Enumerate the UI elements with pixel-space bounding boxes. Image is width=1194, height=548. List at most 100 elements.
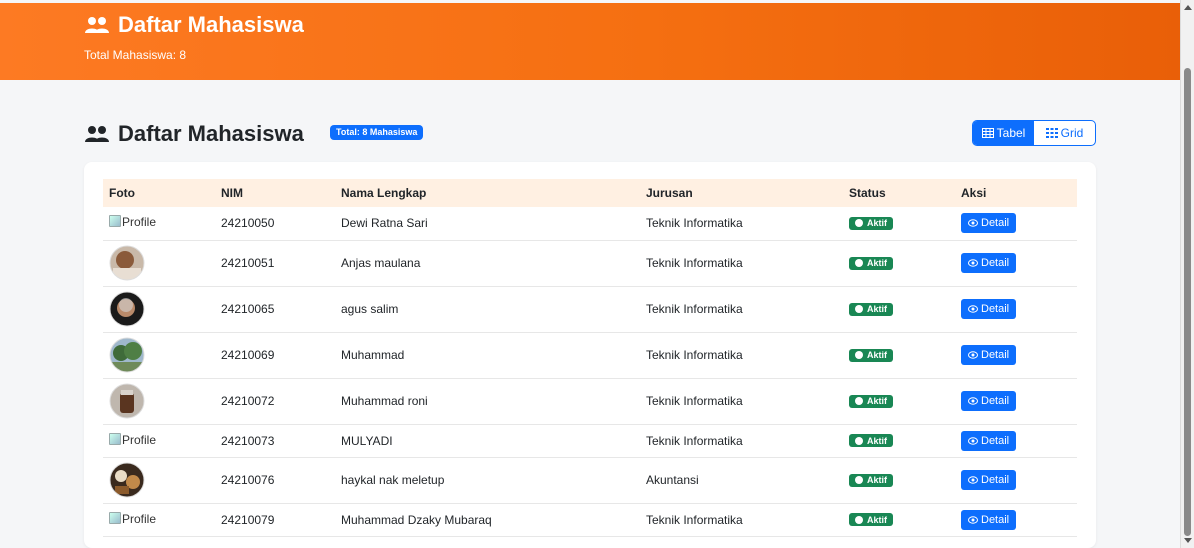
detail-button[interactable]: Detail bbox=[961, 213, 1017, 234]
nama-cell: agus salim bbox=[335, 286, 640, 333]
nim-cell: 24210076 bbox=[215, 457, 335, 504]
aksi-cell: Detail bbox=[955, 207, 1077, 241]
header-nama: Nama Lengkap bbox=[341, 186, 427, 200]
aksi-cell: Detail bbox=[955, 457, 1077, 504]
image-alt-text: Profile bbox=[122, 215, 157, 230]
nim-cell: 24210050 bbox=[215, 207, 335, 241]
toggle-on-icon bbox=[855, 436, 863, 445]
status-cell: Aktif bbox=[843, 424, 955, 458]
aksi-cell: Detail bbox=[955, 240, 1077, 287]
profile-photo bbox=[109, 383, 145, 419]
student-table: Foto NIM Nama Lengkap Jurusan Status Aks… bbox=[103, 179, 1077, 537]
aksi-cell: Detail bbox=[955, 503, 1077, 537]
broken-profile-image: Profile bbox=[109, 215, 156, 229]
profile-photo bbox=[109, 245, 145, 281]
status-text: Aktif bbox=[867, 396, 887, 406]
header-nim: NIM bbox=[221, 186, 243, 200]
status-badge: Aktif bbox=[849, 216, 893, 230]
grid-view-label: Grid bbox=[1060, 126, 1084, 140]
table-row: 24210072 Muhammad roni Teknik Informatik… bbox=[103, 378, 1077, 425]
table-row: Profile 24210050 Dewi Ratna Sari Teknik … bbox=[103, 207, 1077, 241]
status-cell: Aktif bbox=[843, 240, 955, 287]
jurusan-cell: Teknik Informatika bbox=[640, 207, 843, 241]
status-text: Aktif bbox=[867, 258, 887, 268]
status-badge: Aktif bbox=[849, 302, 893, 316]
jurusan-cell: Teknik Informatika bbox=[640, 424, 843, 458]
table-row: Profile 24210073 MULYADI Teknik Informat… bbox=[103, 424, 1077, 458]
vertical-scrollbar[interactable] bbox=[1180, 0, 1194, 548]
detail-label: Detail bbox=[981, 303, 1010, 315]
detail-button[interactable]: Detail bbox=[961, 391, 1017, 411]
aksi-cell: Detail bbox=[955, 332, 1077, 379]
toggle-on-icon bbox=[855, 515, 863, 524]
status-badge: Aktif bbox=[849, 348, 893, 362]
status-badge: Aktif bbox=[849, 434, 893, 447]
scroll-up-arrow-icon[interactable] bbox=[1184, 5, 1192, 10]
table-view-label: Tabel bbox=[996, 126, 1026, 140]
page-title-text: Daftar Mahasiswa bbox=[118, 121, 304, 146]
jurusan-cell: Akuntansi bbox=[640, 457, 843, 504]
broken-profile-image: Profile bbox=[109, 432, 157, 447]
toggle-on-icon bbox=[855, 259, 863, 267]
toggle-on-icon bbox=[855, 351, 863, 359]
grid-view-button[interactable]: Grid bbox=[1034, 121, 1095, 145]
eye-icon bbox=[968, 259, 978, 267]
eye-icon bbox=[968, 515, 978, 524]
status-badge: Aktif bbox=[849, 256, 893, 270]
eye-icon bbox=[968, 351, 978, 359]
page-title: Daftar Mahasiswa bbox=[84, 121, 304, 147]
detail-label: Detail bbox=[981, 513, 1010, 526]
jurusan-cell: Teknik Informatika bbox=[640, 286, 843, 333]
profile-photo bbox=[109, 462, 145, 498]
header-title: Daftar Mahasiswa bbox=[84, 12, 304, 38]
detail-button[interactable]: Detail bbox=[961, 509, 1017, 530]
foto-cell bbox=[103, 332, 215, 379]
broken-image-icon bbox=[109, 215, 121, 228]
status-text: Aktif bbox=[867, 514, 887, 525]
broken-image-icon bbox=[109, 432, 121, 445]
table-row: 24210051 Anjas maulana Teknik Informatik… bbox=[103, 240, 1077, 287]
detail-button[interactable]: Detail bbox=[961, 299, 1017, 319]
scrollbar-thumb[interactable] bbox=[1184, 68, 1191, 536]
toggle-on-icon bbox=[855, 305, 863, 313]
toggle-on-icon bbox=[855, 397, 863, 405]
status-text: Aktif bbox=[867, 350, 887, 360]
detail-button[interactable]: Detail bbox=[961, 470, 1017, 490]
status-cell: Aktif bbox=[843, 503, 955, 537]
header-jurusan: Jurusan bbox=[646, 186, 693, 200]
header-status: Status bbox=[849, 186, 886, 200]
nama-cell: Muhammad Dzaky Mubaraq bbox=[335, 503, 640, 537]
foto-cell: Profile bbox=[103, 424, 215, 458]
table-row: 24210069 Muhammad Teknik Informatika Akt… bbox=[103, 332, 1077, 379]
detail-label: Detail bbox=[981, 434, 1010, 447]
nama-cell: MULYADI bbox=[335, 424, 640, 458]
status-cell: Aktif bbox=[843, 207, 955, 241]
detail-button[interactable]: Detail bbox=[961, 253, 1017, 273]
status-cell: Aktif bbox=[843, 286, 955, 333]
foto-cell bbox=[103, 457, 215, 504]
eye-icon bbox=[968, 397, 978, 405]
eye-icon bbox=[968, 476, 978, 484]
eye-icon bbox=[968, 436, 978, 445]
jurusan-cell: Teknik Informatika bbox=[640, 240, 843, 287]
broken-profile-image: Profile bbox=[109, 511, 156, 526]
scroll-down-arrow-icon[interactable] bbox=[1184, 538, 1192, 543]
toggle-on-icon bbox=[855, 219, 863, 228]
view-toggle: Tabel Grid bbox=[972, 120, 1096, 146]
detail-label: Detail bbox=[981, 395, 1010, 407]
detail-button[interactable]: Detail bbox=[961, 430, 1017, 451]
status-text: Aktif bbox=[867, 435, 887, 446]
image-alt-text: Profile bbox=[122, 432, 157, 447]
aksi-cell: Detail bbox=[955, 286, 1077, 333]
table-view-button[interactable]: Tabel bbox=[973, 121, 1034, 145]
jurusan-cell: Teknik Informatika bbox=[640, 503, 843, 537]
status-text: Aktif bbox=[867, 218, 887, 229]
nim-cell: 24210051 bbox=[215, 240, 335, 287]
status-badge: Aktif bbox=[849, 473, 893, 487]
detail-button[interactable]: Detail bbox=[961, 345, 1017, 365]
status-text: Aktif bbox=[867, 304, 887, 314]
top-header: Daftar Mahasiswa Total Mahasiswa: 8 bbox=[0, 3, 1180, 80]
foto-cell: Profile bbox=[103, 503, 215, 537]
eye-icon bbox=[968, 305, 978, 313]
aksi-cell: Detail bbox=[955, 424, 1077, 458]
